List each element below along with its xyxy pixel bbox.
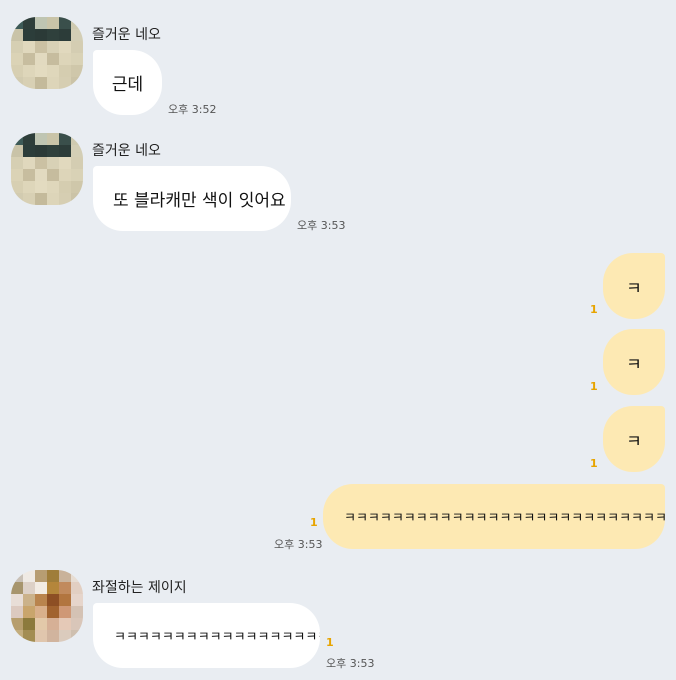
message-time: 오후 3:52 [168,103,217,116]
avatar-jay-g[interactable] [11,570,83,642]
avatar-neo[interactable] [11,133,83,205]
message-bubble-outgoing[interactable]: ㅋ [603,406,665,472]
message-text: 근데 [111,75,144,95]
message-bubble[interactable]: ㅋㅋㅋㅋㅋㅋㅋㅋㅋㅋㅋㅋㅋㅋㅋㅋㅋㅋㅋㅋㅋ [93,603,320,668]
sender-name: 좌절하는 제이지 [92,580,187,596]
message-text: ㅋ [626,431,642,452]
message-bubble[interactable]: 또 블라캐만 색이 잇어요 [93,166,291,231]
message-bubble-outgoing[interactable]: ㅋ [603,253,665,319]
unread-count: 1 [590,457,598,470]
message-text: ㅋㅋㅋㅋㅋㅋㅋㅋㅋㅋㅋㅋㅋㅋㅋㅋㅋㅋㅋㅋㅋ [114,630,320,645]
message-bubble-outgoing[interactable]: ㅋ [603,329,665,395]
message-time: 오후 3:53 [297,219,346,232]
message-time: 오후 3:53 [274,538,323,551]
message-text: ㅋㅋㅋㅋㅋㅋㅋㅋㅋㅋㅋㅋㅋㅋㅋㅋㅋㅋㅋㅋㅋㅋㅋㅋㅋㅋㅋ시이발;;;; [344,511,665,526]
unread-count: 1 [590,380,598,393]
sender-name: 즐거운 네오 [92,143,161,159]
message-bubble[interactable]: 근데 [93,50,162,115]
sender-name: 즐거운 네오 [92,27,161,43]
message-text: ㅋ [626,354,642,375]
message-time: 오후 3:53 [326,657,375,670]
message-text: 또 블라캐만 색이 잇어요 [113,191,286,211]
message-text: ㅋ [626,278,642,299]
message-bubble-outgoing[interactable]: ㅋㅋㅋㅋㅋㅋㅋㅋㅋㅋㅋㅋㅋㅋㅋㅋㅋㅋㅋㅋㅋㅋㅋㅋㅋㅋㅋ시이발;;;; [323,484,665,549]
unread-count: 1 [326,636,334,649]
avatar-neo[interactable] [11,17,83,89]
unread-count: 1 [590,303,598,316]
unread-count: 1 [310,516,318,529]
